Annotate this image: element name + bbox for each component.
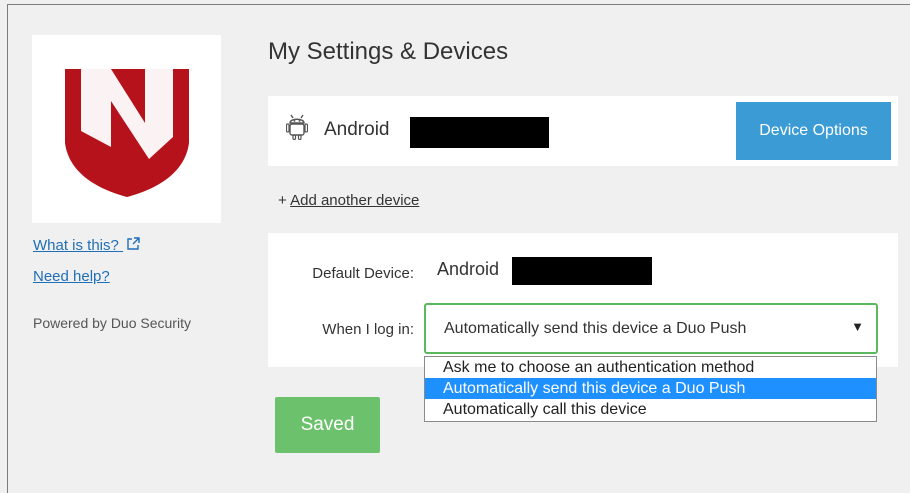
default-device-label: Default Device: (312, 265, 414, 282)
option-call-device[interactable]: Automatically call this device (425, 399, 876, 420)
dropdown-arrow-icon: ▼ (851, 319, 864, 334)
redacted-device-number (410, 117, 549, 148)
shield-logo-icon: SM (65, 69, 189, 197)
login-label: When I log in: (322, 321, 414, 338)
login-method-dropdown: Ask me to choose an authentication metho… (424, 356, 877, 422)
device-card: Android Device Options (268, 96, 898, 166)
page-title: My Settings & Devices (268, 38, 509, 65)
svg-text:SM: SM (177, 75, 186, 81)
device-options-button[interactable]: Device Options (736, 102, 891, 160)
add-device-prefix: + (278, 192, 291, 209)
add-device: + Add another device (278, 192, 419, 209)
android-icon (286, 114, 308, 140)
default-device-value: Android (437, 259, 500, 279)
device-name: Android (324, 119, 390, 140)
powered-by-text: Powered by Duo Security (33, 315, 191, 331)
add-another-device-link[interactable]: Add another device (290, 192, 419, 209)
login-method-selected: Automatically send this device a Duo Pus… (444, 320, 747, 337)
login-method-select[interactable]: Automatically send this device a Duo Pus… (424, 303, 878, 354)
redacted-default-device-number (512, 257, 652, 285)
organization-logo: SM (32, 35, 221, 223)
option-duo-push[interactable]: Automatically send this device a Duo Pus… (425, 378, 876, 399)
what-is-this-label: What is this? (33, 237, 119, 254)
what-is-this-link[interactable]: What is this? (33, 237, 140, 254)
option-choose-method[interactable]: Ask me to choose an authentication metho… (425, 357, 876, 378)
saved-button[interactable]: Saved (275, 397, 380, 453)
external-link-icon (127, 237, 140, 250)
need-help-link[interactable]: Need help? (33, 268, 110, 285)
